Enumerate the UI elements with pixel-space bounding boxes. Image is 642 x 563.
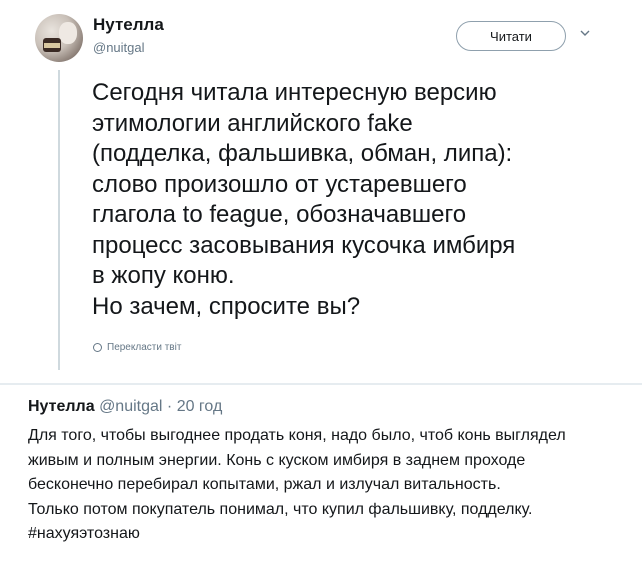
tweet-text-line: Но зачем, спросите вы? <box>92 292 361 320</box>
tweet-text-line: в жопу коню. <box>92 262 235 289</box>
author-handle[interactable]: @nuitgal <box>93 40 145 55</box>
avatar[interactable] <box>35 14 83 62</box>
reply-hashtag[interactable]: #нахуяэтознаю <box>28 522 628 547</box>
tweet: Нутелла @nuitgal Читати Сегодня читала и… <box>0 0 642 382</box>
reply-text-line: бесконечно перебирал копытами, ржал и из… <box>28 476 501 493</box>
reply-text-line: Для того, чтобы выгоднее продать коня, н… <box>28 427 566 444</box>
tweet-text-line: этимологии английского fake <box>92 109 413 137</box>
reply-text: Для того, чтобы выгоднее продать коня, н… <box>28 424 628 547</box>
tweet-text-line: (подделка, фальшивка, обман, липа): <box>92 140 513 167</box>
globe-icon <box>93 343 102 352</box>
reply-author-name[interactable]: Нутелла <box>28 398 95 415</box>
thread-line <box>58 70 60 370</box>
tweet-text-line: слово произошло от устаревшего <box>92 170 467 198</box>
tweet-text-line: глагола to feague, обозначавшего <box>92 201 467 228</box>
avatar-face <box>59 22 77 44</box>
reply-text-line: Только потом покупатель понимал, что куп… <box>28 500 533 518</box>
avatar-jar-label <box>44 43 60 48</box>
translate-label: Перекласти твіт <box>107 342 182 353</box>
tweet-text-line: процесс засовывания кусочка имбиря <box>92 231 516 259</box>
reply-tweet: Нутелла @nuitgal · 20 год Для того, чтоб… <box>0 386 642 563</box>
reply-header: Нутелла @nuitgal · 20 год <box>28 398 222 416</box>
reply-author-handle[interactable]: @nuitgal <box>99 398 162 415</box>
follow-button[interactable]: Читати <box>456 21 566 51</box>
author-name[interactable]: Нутелла <box>93 15 164 35</box>
translate-tweet-link[interactable]: Перекласти твіт <box>93 342 181 353</box>
divider <box>0 383 642 385</box>
chevron-down-icon[interactable] <box>579 27 593 41</box>
tweet-text: Сегодня читала интересную версию этимоло… <box>92 78 612 322</box>
reply-timestamp[interactable]: 20 год <box>177 398 223 415</box>
reply-text-line: живым и полным энергии. Конь с куском им… <box>28 451 526 469</box>
reply-separator: · <box>166 398 173 415</box>
tweet-text-line: Сегодня читала интересную версию <box>92 79 497 106</box>
